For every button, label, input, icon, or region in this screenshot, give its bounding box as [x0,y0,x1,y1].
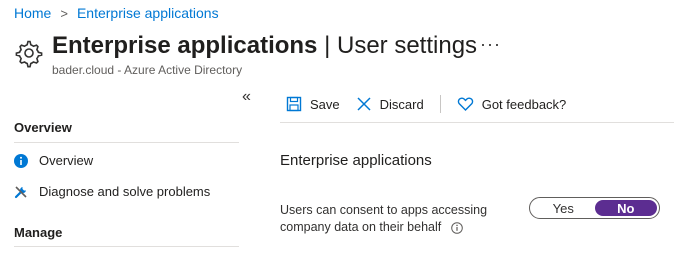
command-bar: Save Discard Got feedback? [286,95,582,113]
sidebar-divider [14,142,239,143]
heart-icon [457,97,473,111]
save-button[interactable]: Save [286,96,340,112]
sidebar-item-label: Overview [39,153,94,168]
page-title: Enterprise applications | User settings [52,32,477,60]
consent-toggle[interactable]: Yes No [529,197,660,219]
gear-icon [15,40,43,68]
info-icon [14,153,28,168]
breadcrumb-separator: > [60,5,68,21]
sidebar-heading-manage: Manage [14,225,63,240]
collapse-sidebar-button[interactable]: « [242,88,251,106]
toggle-option-yes[interactable]: Yes [532,200,595,216]
discard-button[interactable]: Discard [356,96,424,112]
close-icon [357,97,371,111]
discard-label: Discard [379,96,424,112]
sidebar-heading-overview: Overview [14,120,72,135]
feedback-label: Got feedback? [481,96,567,112]
page-title-main: Enterprise applications [52,32,318,59]
section-title: Enterprise applications [280,152,432,169]
page-title-divider: | [324,32,331,59]
more-options-button[interactable]: ··· [480,34,501,55]
save-icon [286,96,302,112]
feedback-button[interactable]: Got feedback? [457,96,567,112]
wrench-icon [14,185,28,199]
toggle-option-no[interactable]: No [594,200,657,216]
breadcrumb: Home > Enterprise applications [14,5,219,21]
sidebar-item-overview[interactable]: Overview [14,153,93,168]
sidebar-item-diagnose[interactable]: Diagnose and solve problems [14,184,210,199]
page-title-sub: User settings [336,32,478,59]
info-icon[interactable] [450,221,463,234]
breadcrumb-home-link[interactable]: Home [14,5,51,21]
toolbar-divider [439,95,441,113]
page-subtitle: bader.cloud - Azure Active Directory [52,63,243,77]
sidebar-divider [14,246,239,247]
consent-setting-label: Users can consent to apps accessing comp… [280,202,510,236]
toolbar-divider-line [280,122,674,123]
sidebar-item-label: Diagnose and solve problems [39,184,211,199]
save-label: Save [310,96,340,112]
breadcrumb-current-link[interactable]: Enterprise applications [77,5,219,21]
